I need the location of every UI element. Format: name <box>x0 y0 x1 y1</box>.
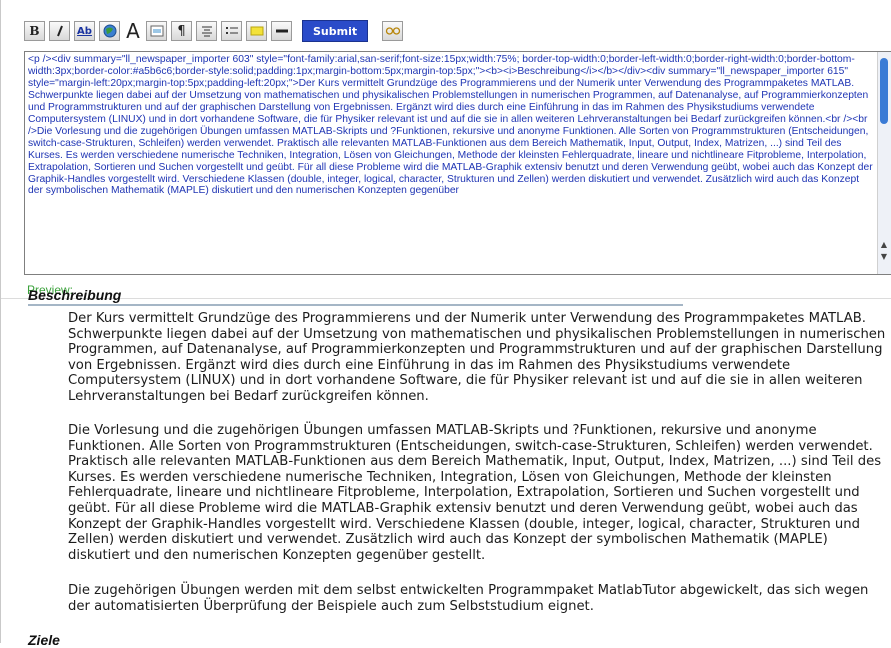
italic-button[interactable] <box>49 21 70 41</box>
list-button[interactable] <box>221 21 242 41</box>
highlight-icon <box>250 26 263 36</box>
scroll-up-icon[interactable]: ▲ <box>879 240 889 250</box>
horizontal-rule-icon <box>275 29 288 33</box>
italic-icon <box>56 25 63 37</box>
editor-source-text[interactable]: <p /><div summary="ll_newspaper_importer… <box>28 54 876 197</box>
heading-underline <box>28 304 683 306</box>
editor-scrollbar-thumb[interactable] <box>880 58 888 124</box>
highlight-button[interactable] <box>246 21 267 41</box>
image-button[interactable] <box>146 21 167 41</box>
image-icon <box>150 25 163 37</box>
scroll-down-icon[interactable]: ▼ <box>879 252 889 262</box>
formatting-toolbar: B Ab A ¶ Submit <box>24 19 404 43</box>
font-size-button[interactable]: A <box>124 19 142 43</box>
preview-divider <box>1 298 891 299</box>
glasses-icon <box>385 27 400 35</box>
preview-glasses-button[interactable] <box>382 21 404 41</box>
pilcrow-icon: ¶ <box>177 23 186 39</box>
html-source-editor[interactable]: <p /><div summary="ll_newspaper_importer… <box>24 51 891 275</box>
bold-button[interactable]: B <box>24 21 45 41</box>
submit-button[interactable]: Submit <box>302 20 369 42</box>
preview-paragraph-2: Die Vorlesung und die zugehörigen Übunge… <box>68 423 882 563</box>
center-align-button[interactable] <box>196 21 217 41</box>
horizontal-rule-button[interactable] <box>271 21 292 41</box>
preview-heading-ziele: Ziele <box>28 632 60 648</box>
preview-paragraph-3: Die zugehörigen Übungen werden mit dem s… <box>68 583 869 614</box>
preview-paragraph-1: Der Kurs vermittelt Grundzüge des Progra… <box>68 311 886 404</box>
preview-heading-beschreibung: Beschreibung <box>28 287 122 303</box>
editor-window: B Ab A ¶ Submit <p /><div summary="ll_ne… <box>0 0 891 648</box>
underline-button[interactable]: Ab <box>74 21 95 41</box>
paragraph-button[interactable]: ¶ <box>171 21 192 41</box>
link-button[interactable] <box>99 21 120 41</box>
align-center-icon <box>201 26 212 37</box>
editor-scrollbar[interactable]: ▲ ▼ <box>877 52 891 274</box>
list-icon <box>225 27 238 34</box>
globe-link-icon <box>103 24 116 38</box>
